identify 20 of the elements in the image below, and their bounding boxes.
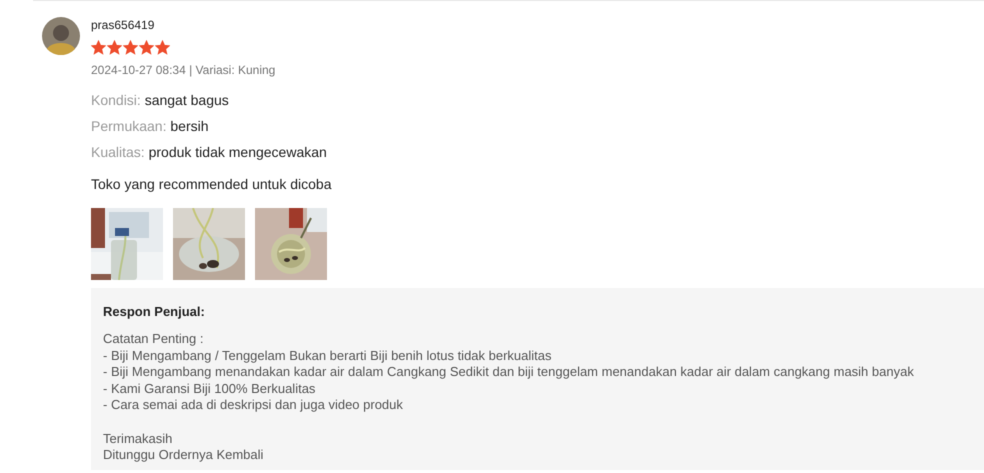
response-line: - Biji Mengambang / Tenggelam Bukan berarti Biji benih lotus tidak berkualitas xyxy=(103,348,552,364)
star-icon xyxy=(107,40,122,55)
response-line: - Biji Mengambang menandakan kadar air dalam Cangkang Sedikit dan biji tenggelam menandakan kadar air dalam cangkang masih banyak xyxy=(103,364,914,380)
attribute-line: Permukaan: bersih xyxy=(91,118,209,135)
star-icon xyxy=(139,40,154,55)
review-comment: Toko yang recommended untuk dicoba xyxy=(91,176,332,192)
closing-line: Terimakasih xyxy=(103,430,172,447)
star-icon xyxy=(123,40,138,55)
username[interactable]: pras656419 xyxy=(91,18,154,32)
review-date: 2024-10-27 08:34 | Variasi: Kuning xyxy=(91,63,276,77)
star-icon xyxy=(91,40,106,55)
closing-line: Ditunggu Ordernya Kembali xyxy=(103,447,264,464)
response-line: Catatan Penting : xyxy=(103,331,204,348)
attribute-line: Kualitas: produk tidak mengecewakan xyxy=(91,144,327,161)
avatar xyxy=(42,17,80,55)
response-line: - Cara semai ada di deskripsi dan juga video produk xyxy=(103,397,403,414)
response-line: - Kami Garansi Biji 100% Berkualitas xyxy=(103,380,316,397)
attribute-line: Kondisi: sangat bagus xyxy=(91,92,229,109)
response-title: Respon Penjual: xyxy=(103,304,205,319)
star-icon xyxy=(155,40,170,55)
